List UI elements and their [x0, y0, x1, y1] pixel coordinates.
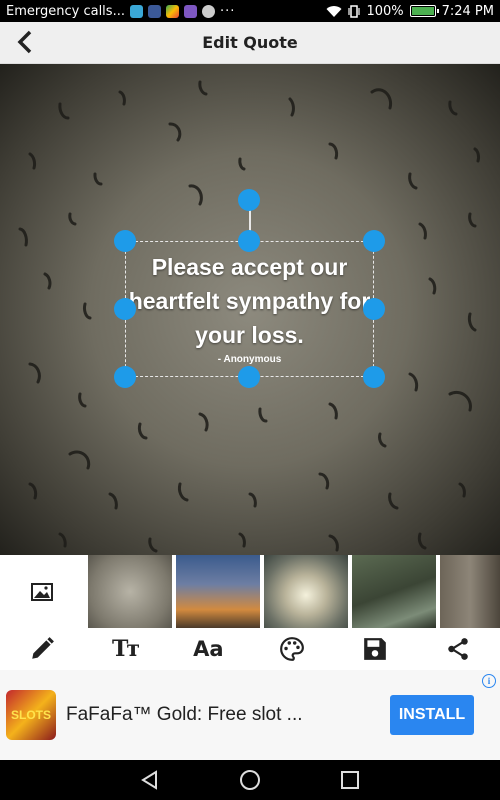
image-icon	[31, 582, 53, 601]
ad-title[interactable]: FaFaFa™ Gold: Free slot ...	[66, 704, 390, 726]
palette-icon	[279, 637, 304, 661]
share-icon	[448, 638, 469, 660]
notification-text: Emergency calls...	[6, 3, 125, 19]
text-size-icon: Tт	[111, 636, 140, 662]
quote-text[interactable]: Please accept our heartfelt sympathy for…	[125, 250, 374, 352]
quote-canvas[interactable]: Please accept our heartfelt sympathy for…	[0, 64, 500, 555]
vibrate-icon	[348, 4, 361, 18]
system-nav-bar	[0, 760, 500, 800]
messenger-icon	[129, 4, 143, 18]
app-bar: Edit Quote	[0, 22, 500, 64]
circle-home-icon	[240, 770, 260, 790]
ad-info-icon[interactable]: i	[482, 674, 496, 688]
ad-app-logo[interactable]: SLOTS	[6, 690, 56, 740]
pencil-icon	[31, 637, 54, 659]
resize-handle-right[interactable]	[363, 298, 385, 320]
share-button[interactable]	[436, 631, 480, 667]
page-title: Edit Quote	[202, 33, 298, 52]
floppy-icon	[364, 638, 386, 660]
back-button[interactable]	[10, 27, 40, 57]
nav-back-button[interactable]	[133, 763, 167, 797]
image-icon	[183, 4, 197, 18]
circle-icon	[201, 4, 215, 18]
background-thumbnail-clouds[interactable]	[264, 555, 348, 628]
facebook-icon	[147, 4, 161, 18]
resize-handle-bottom[interactable]	[238, 366, 260, 388]
background-thumbnail-path[interactable]	[352, 555, 436, 628]
clock: 7:24 PM	[441, 3, 494, 19]
chevron-left-icon	[17, 30, 32, 54]
resize-handle-bottom-right[interactable]	[363, 366, 385, 388]
quote-author[interactable]: - Anonymous	[125, 354, 374, 365]
google-play-icon	[165, 4, 179, 18]
background-thumbnail-forest[interactable]	[440, 555, 500, 628]
more-notifications: ···	[219, 3, 236, 19]
resize-handle-top[interactable]	[238, 230, 260, 252]
gallery-button[interactable]	[0, 555, 84, 628]
font-icon: Aa	[193, 637, 224, 661]
nav-home-button[interactable]	[233, 763, 267, 797]
resize-handle-bottom-left[interactable]	[114, 366, 136, 388]
nav-recents-button[interactable]	[333, 763, 367, 797]
editor-toolbar: Tт Aa	[0, 628, 500, 670]
font-button[interactable]: Aa	[186, 631, 230, 667]
color-button[interactable]	[270, 631, 314, 667]
background-picker	[0, 555, 500, 628]
background-thumbnail-sunset[interactable]	[176, 555, 260, 628]
install-button[interactable]: INSTALL	[390, 695, 474, 735]
wifi-icon	[326, 5, 342, 17]
text-size-button[interactable]: Tт	[103, 631, 147, 667]
ad-banner[interactable]: SLOTS FaFaFa™ Gold: Free slot ... INSTAL…	[0, 670, 500, 760]
save-button[interactable]	[353, 631, 397, 667]
resize-handle-left[interactable]	[114, 298, 136, 320]
square-recents-icon	[341, 771, 359, 789]
status-bar: Emergency calls... ··· 100% 7:24 PM	[0, 0, 500, 22]
battery-icon	[409, 5, 439, 17]
edit-button[interactable]	[20, 631, 64, 667]
battery-percent: 100%	[366, 3, 404, 19]
background-thumbnail-raindrops[interactable]	[88, 555, 172, 628]
resize-handle-top-right[interactable]	[363, 230, 385, 252]
rotate-handle[interactable]	[238, 189, 260, 211]
triangle-back-icon	[141, 770, 157, 790]
resize-handle-top-left[interactable]	[114, 230, 136, 252]
